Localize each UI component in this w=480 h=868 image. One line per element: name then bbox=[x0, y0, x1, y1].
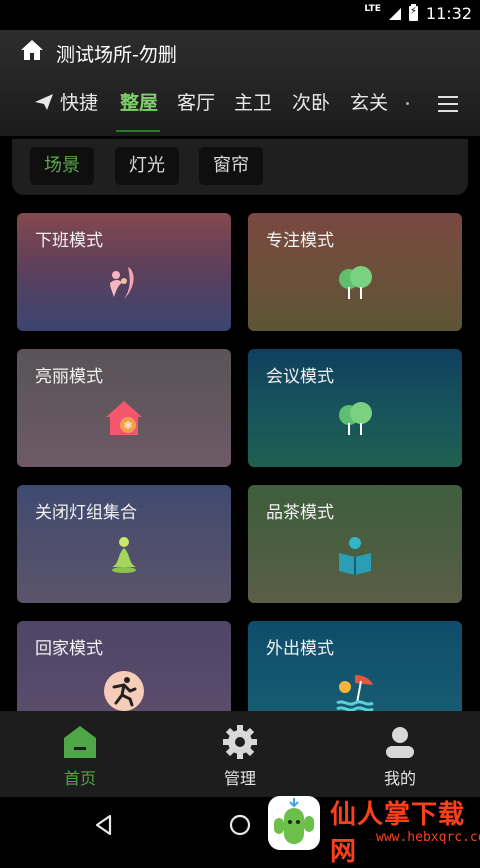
scene-card[interactable]: 品茶模式 bbox=[248, 485, 462, 603]
scene-card[interactable]: 下班模式 bbox=[17, 213, 231, 331]
scene-label: 品茶模式 bbox=[266, 503, 334, 523]
network-type: LTE bbox=[364, 3, 381, 14]
status-time: 11:32 bbox=[425, 4, 472, 23]
tab-label: 快捷 bbox=[60, 92, 99, 114]
scene-label: 专注模式 bbox=[266, 231, 334, 251]
watermark: 仙人掌下载网 www.hebxqrc.com bbox=[266, 792, 480, 867]
home-button-icon[interactable] bbox=[228, 813, 252, 837]
bottom-nav: 首页 管理 我的 bbox=[0, 711, 480, 797]
tab-second-bedroom[interactable]: 次卧 bbox=[292, 88, 330, 115]
signal-icon bbox=[388, 7, 401, 20]
scene-label: 外出模式 bbox=[266, 639, 334, 659]
scene-card[interactable]: 关闭灯组集合 bbox=[17, 485, 231, 603]
page-title[interactable]: 测试场所-勿删 bbox=[56, 40, 177, 67]
nav-manage[interactable]: 管理 bbox=[190, 711, 290, 797]
status-bar: LTE ⚡ 11:32 bbox=[0, 0, 480, 30]
cactus-logo-icon bbox=[268, 796, 320, 850]
nav-label: 管理 bbox=[223, 769, 256, 788]
chip-lights[interactable]: 灯光 bbox=[115, 147, 179, 185]
nav-profile[interactable]: 我的 bbox=[350, 711, 450, 797]
active-tab-indicator bbox=[116, 130, 160, 132]
tab-entrance[interactable]: 玄关 bbox=[350, 88, 388, 115]
reading-icon bbox=[339, 537, 371, 575]
home-icon[interactable] bbox=[20, 38, 44, 62]
beach-icon bbox=[336, 675, 374, 712]
home-icon bbox=[64, 726, 96, 758]
room-tabs: 快捷 整屋 客厅 主卫 次卧 玄关 bbox=[0, 88, 420, 124]
tab-whole-house[interactable]: 整屋 bbox=[120, 88, 158, 115]
more-tabs-indicator bbox=[406, 102, 409, 105]
meditation-icon bbox=[112, 537, 136, 573]
app-header: 测试场所-勿删 快捷 整屋 客厅 主卫 次卧 玄关 bbox=[0, 30, 480, 136]
nav-label: 首页 bbox=[63, 769, 96, 788]
menu-icon[interactable] bbox=[438, 96, 458, 112]
chip-curtains[interactable]: 窗帘 bbox=[199, 147, 263, 185]
back-icon[interactable] bbox=[92, 813, 116, 837]
runner-icon bbox=[104, 671, 144, 711]
category-panel: 场景 灯光 窗帘 bbox=[12, 139, 468, 195]
gear-icon bbox=[223, 725, 257, 759]
scene-label: 关闭灯组集合 bbox=[35, 503, 137, 523]
trees-icon bbox=[339, 402, 372, 435]
svg-text:❄: ❄ bbox=[123, 419, 132, 432]
tab-quick[interactable]: 快捷 bbox=[34, 88, 98, 115]
scene-card[interactable]: 会议模式 bbox=[248, 349, 462, 467]
user-icon bbox=[386, 727, 414, 758]
tab-living-room[interactable]: 客厅 bbox=[177, 88, 215, 115]
nav-label: 我的 bbox=[383, 769, 416, 788]
scene-label: 亮丽模式 bbox=[35, 367, 103, 387]
chip-scenes[interactable]: 场景 bbox=[30, 147, 94, 185]
battery-icon: ⚡ bbox=[408, 4, 418, 21]
people-icon bbox=[110, 267, 134, 299]
scene-label: 下班模式 bbox=[35, 231, 103, 251]
nav-home[interactable]: 首页 bbox=[30, 711, 130, 797]
scene-card[interactable]: 专注模式 bbox=[248, 213, 462, 331]
scene-label: 会议模式 bbox=[266, 367, 334, 387]
scene-card[interactable]: 亮丽模式 ❄ bbox=[17, 349, 231, 467]
scene-label: 回家模式 bbox=[35, 639, 103, 659]
house-snowflake-icon: ❄ bbox=[106, 401, 142, 435]
tab-master-bathroom[interactable]: 主卫 bbox=[234, 88, 272, 115]
watermark-url: www.hebxqrc.com bbox=[376, 830, 480, 845]
trees-icon bbox=[339, 266, 372, 299]
send-icon bbox=[35, 94, 53, 110]
status-icons: LTE ⚡ 11:32 bbox=[364, 3, 472, 24]
